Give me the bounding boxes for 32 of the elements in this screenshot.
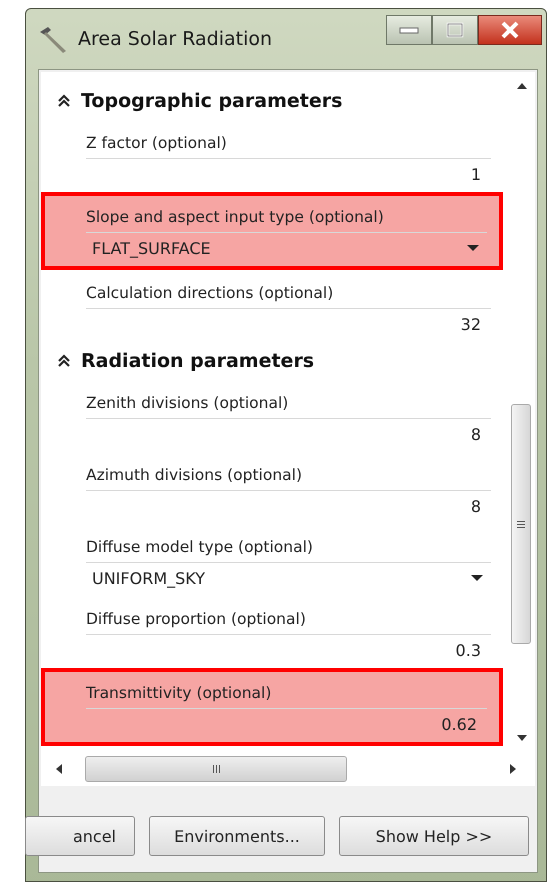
minimize-icon — [398, 26, 420, 34]
scroll-down-icon[interactable] — [516, 734, 528, 742]
parameter-label: Z factor (optional) — [86, 134, 228, 152]
scroll-thumb[interactable] — [511, 404, 531, 644]
parameter-label: Slope and aspect input type (optional) — [86, 208, 385, 226]
dropdown-arrow-icon — [471, 575, 483, 582]
collapse-icon[interactable] — [57, 94, 71, 108]
section-title: Topographic parameters — [81, 90, 342, 112]
parameter-label: Zenith divisions (optional) — [86, 394, 290, 412]
maximize-icon — [446, 22, 464, 38]
close-button[interactable] — [478, 15, 542, 45]
parameter-label: Transmittivity (optional) — [86, 684, 272, 702]
dialog-button[interactable]: Show Help >> — [339, 816, 529, 856]
collapse-icon[interactable] — [57, 354, 71, 368]
dialog-button[interactable]: Environments... — [149, 816, 325, 856]
scroll-up-icon[interactable] — [516, 82, 528, 90]
section-title: Radiation parameters — [81, 350, 314, 372]
parameter-label: Diffuse model type (optional) — [86, 538, 314, 556]
close-icon — [500, 21, 520, 39]
scroll-right-icon[interactable] — [509, 763, 517, 775]
parameter-label: Diffuse proportion (optional) — [86, 610, 307, 628]
scroll-left-icon[interactable] — [55, 763, 63, 775]
dialog-button[interactable]: ancel — [25, 816, 135, 856]
input-field[interactable]: 0.62 — [86, 708, 487, 740]
maximize-button[interactable] — [432, 15, 478, 45]
parameter-label: Azimuth divisions (optional) — [86, 466, 304, 484]
dropdown-arrow-icon — [467, 245, 479, 252]
window-title: Area Solar Radiation — [78, 28, 274, 50]
parameter-label: Calculation directions (optional) — [86, 284, 334, 302]
scroll-thumb[interactable] — [85, 756, 347, 782]
minimize-button[interactable] — [386, 15, 432, 45]
dropdown-field[interactable]: FLAT_SURFACE — [86, 232, 487, 264]
